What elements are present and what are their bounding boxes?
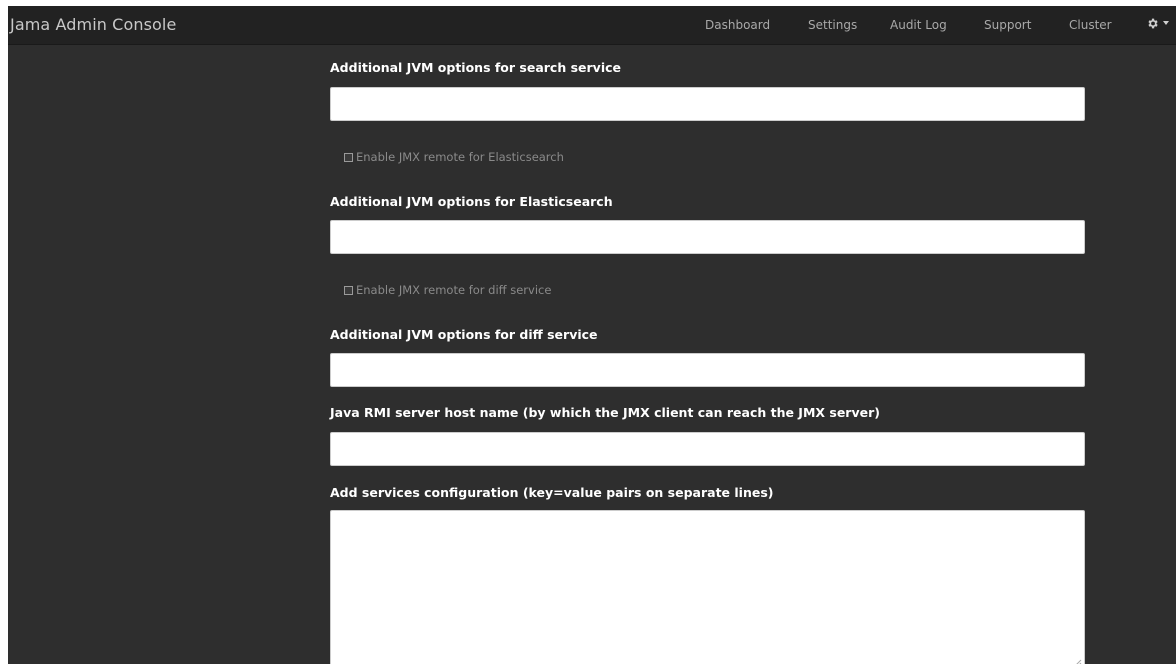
search-jvm-label: Additional JVM options for search servic… bbox=[330, 60, 621, 75]
settings-dropdown[interactable] bbox=[1146, 16, 1172, 32]
app-title[interactable]: Jama Admin Console bbox=[10, 15, 176, 34]
jmx-elasticsearch-checkbox[interactable]: Enable JMX remote for Elasticsearch bbox=[344, 149, 564, 165]
services-config-textarea[interactable] bbox=[330, 510, 1085, 664]
checkbox-box[interactable] bbox=[344, 285, 353, 295]
gear-icon bbox=[1148, 18, 1158, 29]
nav-cluster[interactable]: Cluster bbox=[1069, 18, 1112, 32]
checkbox-box[interactable] bbox=[344, 152, 353, 162]
elasticsearch-jvm-input[interactable] bbox=[330, 220, 1085, 254]
chevron-down-icon bbox=[1163, 21, 1169, 25]
rmi-host-input[interactable] bbox=[330, 432, 1085, 466]
services-config-label: Add services configuration (key=value pa… bbox=[330, 485, 774, 500]
services-settings-form: Additional JVM options for search servic… bbox=[8, 45, 1176, 664]
nav-dashboard[interactable]: Dashboard bbox=[705, 18, 770, 32]
top-navbar: Jama Admin Console Dashboard Settings Au… bbox=[8, 6, 1176, 45]
diff-jvm-label: Additional JVM options for diff service bbox=[330, 327, 598, 342]
diff-jvm-input[interactable] bbox=[330, 353, 1085, 387]
app-window: Jama Admin Console Dashboard Settings Au… bbox=[8, 6, 1176, 664]
jmx-diff-checkbox[interactable]: Enable JMX remote for diff service bbox=[344, 282, 551, 298]
nav-settings[interactable]: Settings bbox=[808, 18, 857, 32]
elasticsearch-jvm-label: Additional JVM options for Elasticsearch bbox=[330, 194, 613, 209]
rmi-host-label: Java RMI server host name (by which the … bbox=[330, 405, 880, 420]
jmx-elasticsearch-label: Enable JMX remote for Elasticsearch bbox=[356, 150, 564, 164]
resize-handle-icon[interactable] bbox=[1073, 658, 1082, 664]
nav-audit-log[interactable]: Audit Log bbox=[890, 18, 947, 32]
search-jvm-input[interactable] bbox=[330, 87, 1085, 121]
jmx-diff-label: Enable JMX remote for diff service bbox=[356, 283, 552, 297]
nav-support[interactable]: Support bbox=[984, 18, 1031, 32]
